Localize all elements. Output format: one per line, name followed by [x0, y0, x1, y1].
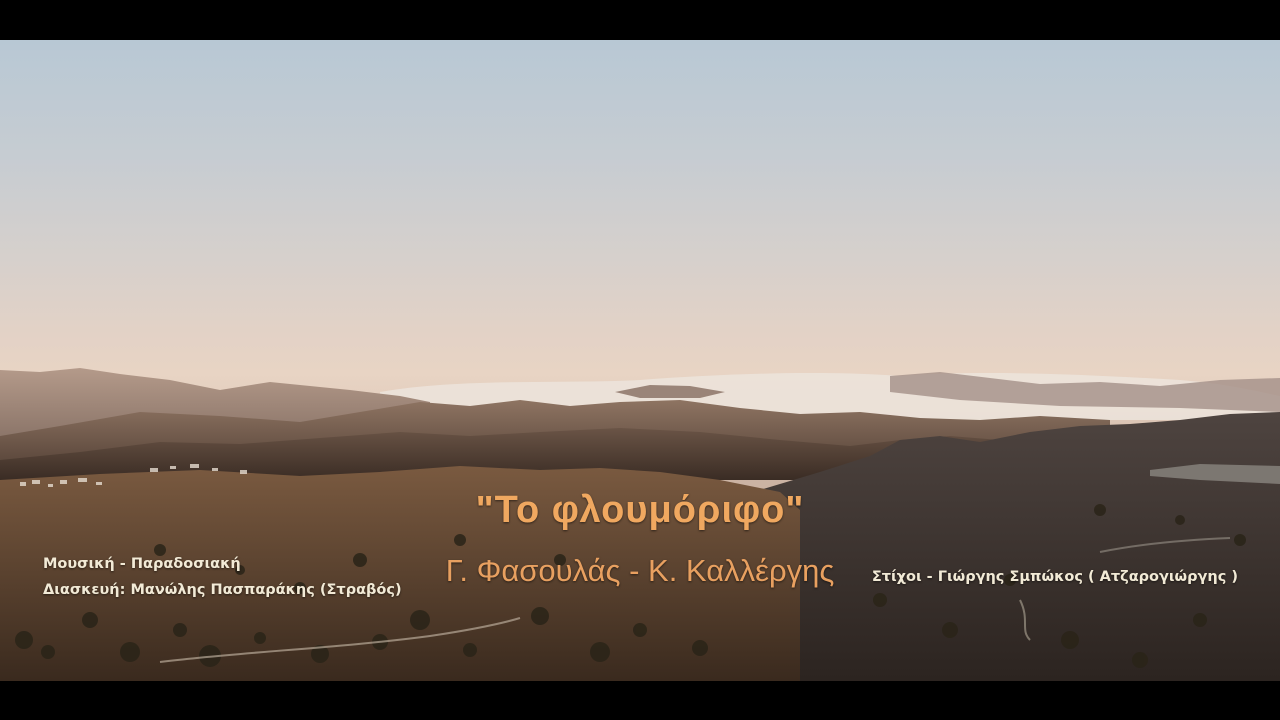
video-frame[interactable]: "Το φλουμόριφο" Γ. Φασουλάς - Κ. Καλλέργ… [0, 0, 1280, 720]
song-title: "Το φλουμόριφο" [475, 489, 805, 531]
arrangement-credit: Διασκευή: Μανώλης Πασπαράκης (Στραβός) [43, 582, 402, 598]
letterbox-bottom [0, 681, 1280, 720]
letterbox-top [0, 0, 1280, 40]
music-credit: Μουσική - Παραδοσιακή [43, 556, 241, 572]
lyrics-credit: Στίχοι - Γιώργης Σμπώκος ( Ατζαρογιώργης… [871, 569, 1238, 585]
